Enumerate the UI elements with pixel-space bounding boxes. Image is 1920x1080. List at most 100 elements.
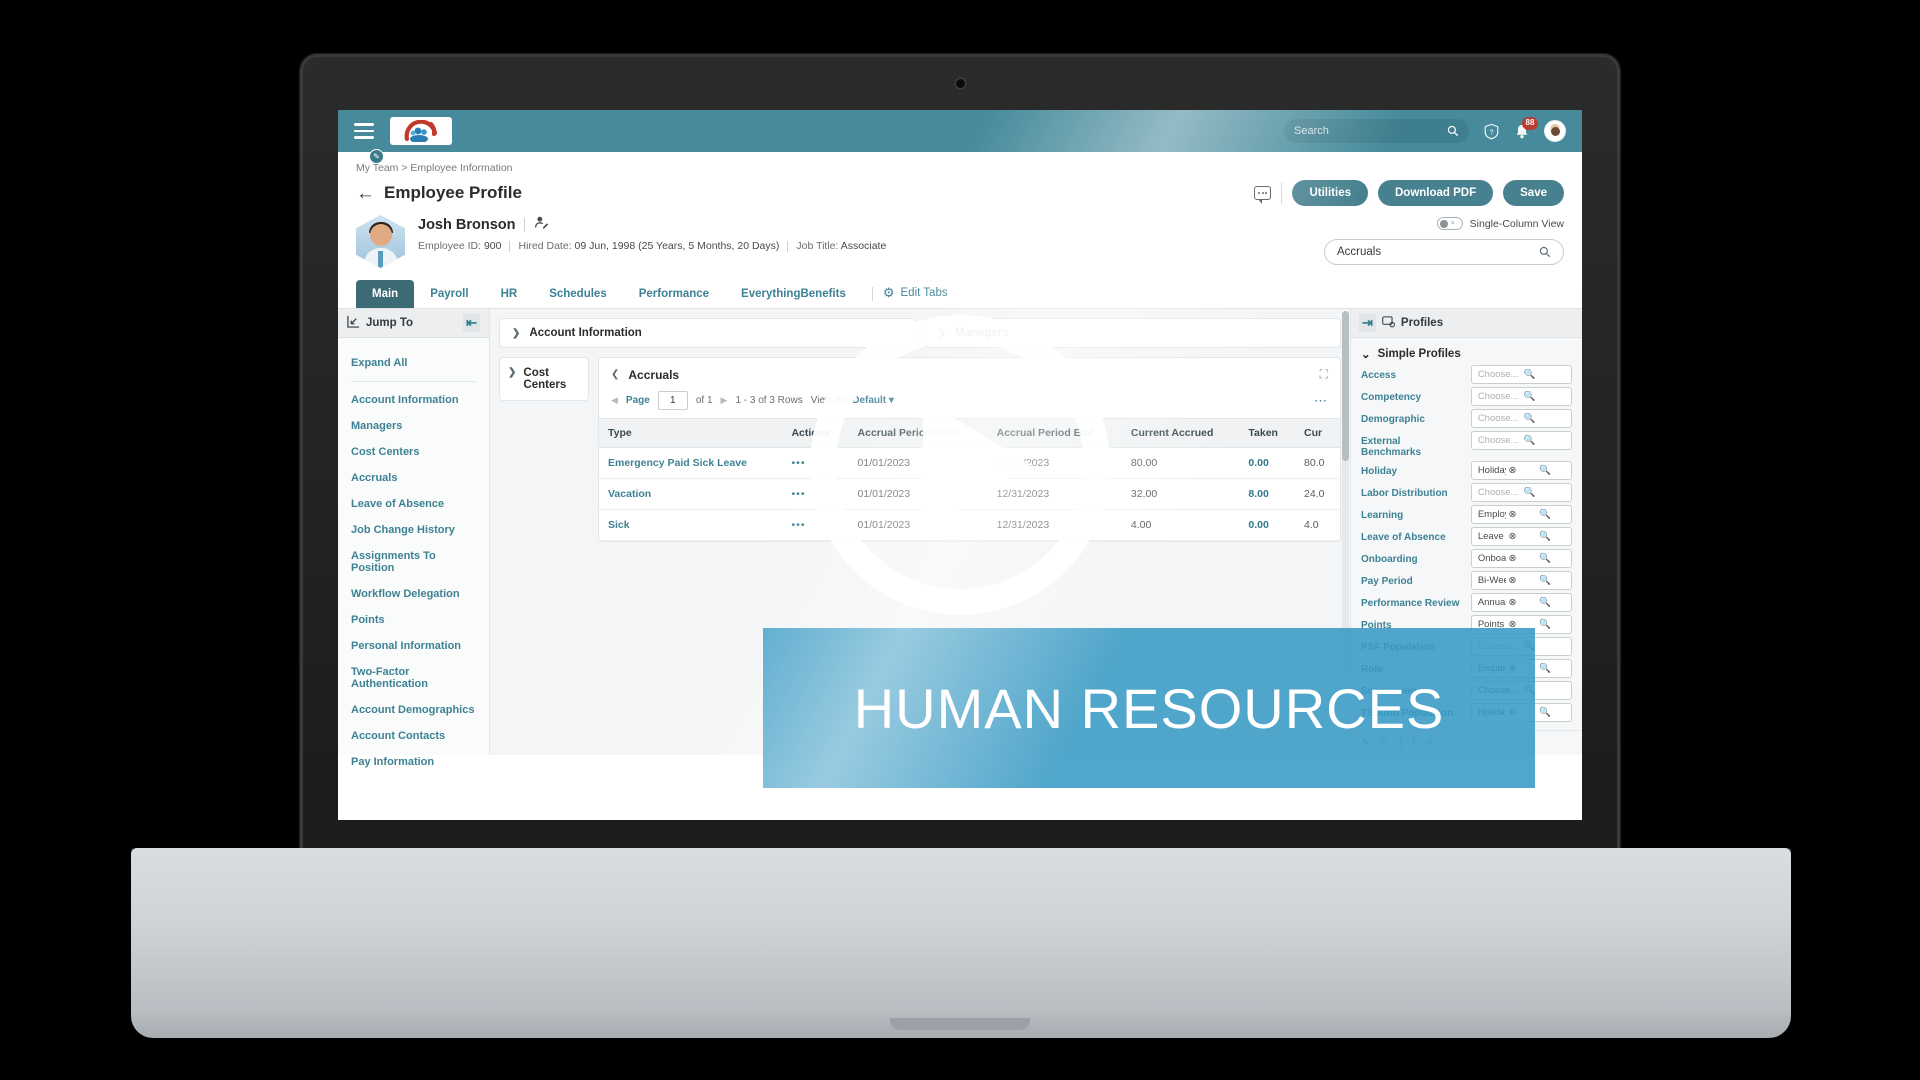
profile-input-onboarding[interactable]: Onboarding⊗🔍 xyxy=(1470,549,1572,568)
global-search-input[interactable]: Search xyxy=(1284,119,1469,143)
clear-icon[interactable]: ⊗ xyxy=(1509,597,1537,608)
lookup-icon[interactable]: 🔍 xyxy=(1524,487,1567,498)
sidebar-item-workflow-delegation[interactable]: Workflow Delegation xyxy=(338,581,489,607)
lookup-icon[interactable]: 🔍 xyxy=(1539,465,1567,476)
profile-input-labor-distribution[interactable]: Choose... 🔍 xyxy=(1470,483,1572,502)
sidebar-item-assignments-to-position[interactable]: Assignments To Position xyxy=(338,543,489,581)
profile-input-external-benchmarks[interactable]: Choose... 🔍 xyxy=(1470,431,1572,450)
simple-profiles-section-header[interactable]: ⌄ Simple Profiles xyxy=(1351,338,1582,365)
clear-icon[interactable]: ⊗ xyxy=(1509,465,1537,476)
row-count-label: 1 - 3 of 3 Rows xyxy=(735,395,803,406)
profile-input-demographic[interactable]: Choose... 🔍 xyxy=(1470,409,1572,428)
page-number-input[interactable]: 1 xyxy=(657,391,688,410)
tab-performance[interactable]: Performance xyxy=(623,280,725,308)
vertical-scrollbar[interactable] xyxy=(1342,311,1349,671)
expand-icon[interactable]: ⛶ xyxy=(1320,367,1328,382)
tab-hr[interactable]: HR xyxy=(485,280,534,308)
profile-input-competency[interactable]: Choose... 🔍 xyxy=(1470,387,1572,406)
lookup-icon[interactable]: 🔍 xyxy=(1539,575,1567,586)
back-arrow-icon[interactable]: ← xyxy=(356,184,375,203)
sidebar-item-accruals[interactable]: Accruals xyxy=(338,465,489,491)
profile-input-access[interactable]: Choose... 🔍 xyxy=(1470,365,1572,384)
more-options-icon[interactable]: ⋯ xyxy=(1314,393,1328,409)
sidebar-item-leave-of-absence[interactable]: Leave of Absence xyxy=(338,491,489,517)
tab-payroll[interactable]: Payroll xyxy=(414,280,484,308)
tab-schedules[interactable]: Schedules xyxy=(533,280,623,308)
hamburger-menu-icon[interactable] xyxy=(354,119,374,143)
collapse-left-icon[interactable]: ⇤ xyxy=(463,314,480,332)
edit-person-icon[interactable] xyxy=(534,215,549,235)
user-avatar[interactable] xyxy=(1544,120,1566,142)
sidebar-item-job-change-history[interactable]: Job Change History xyxy=(338,517,489,543)
cell-type[interactable]: Emergency Paid Sick Leave xyxy=(599,447,783,479)
lookup-icon[interactable]: 🔍 xyxy=(1539,619,1567,630)
clear-icon[interactable]: ⊗ xyxy=(1509,531,1537,542)
cell-type[interactable]: Vacation xyxy=(599,478,783,510)
clear-icon[interactable]: ⊗ xyxy=(1509,575,1537,586)
sidebar-item-cost-centers[interactable]: Cost Centers xyxy=(338,439,489,465)
download-pdf-button[interactable]: Download PDF xyxy=(1378,180,1494,206)
single-column-view-toggle[interactable]: × xyxy=(1436,217,1463,230)
tab-everythingbenefits[interactable]: EverythingBenefits xyxy=(725,280,862,308)
sidebar-item-two-factor-authentication[interactable]: Two-Factor Authentication xyxy=(338,659,489,697)
cell-current-accrued: 4.00 xyxy=(1121,509,1240,541)
lookup-icon[interactable]: 🔍 xyxy=(1539,597,1567,608)
lookup-icon[interactable]: 🔍 xyxy=(1524,435,1567,446)
lookup-icon[interactable]: 🔍 xyxy=(1524,413,1567,424)
col-current[interactable]: Cur xyxy=(1295,418,1340,448)
utilities-button[interactable]: Utilities xyxy=(1292,180,1368,206)
profile-input-pay-period[interactable]: Bi-Weekly⊗🔍 xyxy=(1470,571,1572,590)
save-button[interactable]: Save xyxy=(1503,180,1564,206)
employee-summary: ✎ Josh Bronson Employee ID: 900 Hired Da… xyxy=(338,149,1582,268)
search-icon xyxy=(1447,125,1459,137)
edit-tabs-button[interactable]: ⚙ Edit Tabs xyxy=(883,285,948,308)
profile-input-leave-of-absence[interactable]: Leave of Abse⊗🔍 xyxy=(1470,527,1572,546)
lookup-icon[interactable]: 🔍 xyxy=(1539,509,1567,520)
lookup-icon[interactable]: 🔍 xyxy=(1539,531,1567,542)
hired-date-label: Hired Date: xyxy=(518,240,572,252)
section-cost-centers[interactable]: ❯ Cost Centers xyxy=(499,357,589,401)
col-taken[interactable]: Taken xyxy=(1239,418,1296,448)
clear-icon[interactable]: ⊗ xyxy=(1509,509,1537,520)
tab-main[interactable]: Main xyxy=(356,280,415,308)
sidebar-item-account-demographics[interactable]: Account Demographics xyxy=(338,697,489,723)
lookup-icon[interactable]: 🔍 xyxy=(1524,369,1567,380)
section-account-information[interactable]: ❯ Account Information xyxy=(499,318,916,348)
sidebar-item-managers[interactable]: Managers xyxy=(338,413,489,439)
sidebar-item-points[interactable]: Points xyxy=(338,607,489,633)
notifications-bell[interactable]: 88 xyxy=(1514,116,1538,140)
clear-icon[interactable]: ⊗ xyxy=(1509,553,1537,564)
cell-type[interactable]: Sick xyxy=(599,509,783,541)
profile-input-performance-review[interactable]: Annual Review⊗🔍 xyxy=(1470,593,1572,612)
chevron-down-icon[interactable]: ❮ xyxy=(611,369,619,380)
lookup-icon[interactable]: 🔍 xyxy=(1524,391,1567,402)
lookup-icon[interactable]: 🔍 xyxy=(1539,553,1567,564)
profile-label-competency: Competency xyxy=(1361,392,1422,403)
help-icon[interactable]: ? xyxy=(1483,123,1500,140)
col-current-accrued[interactable]: Current Accrued xyxy=(1121,418,1240,448)
expand-right-icon[interactable]: ⇥ xyxy=(1359,314,1376,332)
sidebar-item-account-information[interactable]: Account Information xyxy=(338,387,489,413)
breadcrumb-current[interactable]: Employee Information xyxy=(410,162,512,174)
sidebar-item-account-contacts[interactable]: Account Contacts xyxy=(338,723,489,749)
company-logo[interactable] xyxy=(390,117,452,145)
employee-photo[interactable] xyxy=(356,215,405,268)
profile-input-holiday[interactable]: Holiday Table⊗🔍 xyxy=(1470,461,1572,480)
col-type[interactable]: Type xyxy=(599,418,783,448)
play-button-icon[interactable] xyxy=(810,315,1110,615)
lookup-icon[interactable]: 🔍 xyxy=(1539,707,1567,718)
lookup-icon[interactable]: 🔍 xyxy=(1539,663,1567,674)
edit-photo-icon[interactable]: ✎ xyxy=(369,149,384,164)
laptop-base-notch xyxy=(890,1018,1030,1030)
comment-icon[interactable] xyxy=(1254,186,1272,204)
jump-expand-all[interactable]: Expand All xyxy=(338,350,489,376)
sidebar-item-pay-information[interactable]: Pay Information xyxy=(338,749,489,775)
profile-value: Employees xyxy=(1477,509,1506,520)
profile-label-performance-review: Performance Review xyxy=(1361,598,1460,609)
profiles-title: Profiles xyxy=(1400,317,1444,329)
section-search-input[interactable]: Accruals xyxy=(1324,239,1564,265)
next-page-button[interactable]: ▶ xyxy=(721,395,728,406)
sidebar-item-personal-information[interactable]: Personal Information xyxy=(338,633,489,659)
profile-input-learning[interactable]: Employees⊗🔍 xyxy=(1470,505,1572,524)
prev-page-button[interactable]: ◀ xyxy=(611,395,618,406)
